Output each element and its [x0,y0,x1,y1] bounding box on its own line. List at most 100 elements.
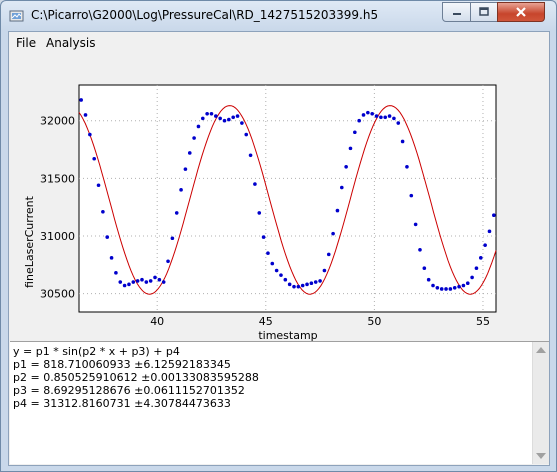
data-point [470,275,474,280]
data-point [274,268,279,273]
data-point [335,208,340,213]
y-axis-label: fineLaserCurrent [23,195,36,288]
data-point [222,118,227,123]
minimize-button[interactable] [442,2,471,22]
maximize-icon [479,7,489,16]
data-point [431,283,435,288]
fit-chart: 40 45 50 55 30500 31000 31500 32000 timestamp f… [23,84,497,341]
fit-results-text[interactable]: y = p1 * sin(p2 * x + p3) + p4 p1 = 818.7… [10,342,532,464]
maximize-button[interactable] [470,2,498,22]
data-point [452,286,457,290]
data-point [101,209,105,214]
data-point [322,268,327,273]
data-point [492,213,496,218]
data-point [366,110,370,115]
data-point [231,115,236,120]
fit-param-p2: p2 = 0.850525910612 ±0.00133083595288 [13,371,259,384]
data-point [244,132,249,137]
fit-param-p1: p1 = 818.710060933 ±6.12592183345 [13,358,231,371]
data-point [318,279,322,283]
minimize-icon [452,13,461,15]
x-tick-label: 40 [150,315,164,328]
data-point [374,114,379,118]
data-point [200,116,205,121]
data-point [292,284,296,289]
data-point [361,113,366,117]
menu-analysis[interactable]: Analysis [46,36,95,50]
window-title: C:\Picarro\G2000\Log\PressureCal\RD_1427… [31,8,379,22]
data-point [422,266,427,271]
data-point [396,121,401,125]
data-point [344,165,348,169]
close-icon [516,7,526,17]
data-point [174,211,179,215]
data-point [283,277,288,282]
data-point [88,132,92,137]
data-point [326,252,331,257]
plot-panel: 40 45 50 55 30500 31000 31500 32000 timestamp f… [10,56,549,342]
data-point [270,261,275,266]
data-point [83,113,88,117]
app-icon [9,10,24,22]
data-point [279,273,283,277]
data-point [144,280,149,284]
data-point [214,114,218,118]
data-point [379,115,383,120]
data-point [205,112,209,116]
data-point [413,222,418,227]
data-point [161,280,166,284]
data-point [483,243,487,247]
close-button[interactable] [497,2,545,22]
data-point [209,112,214,116]
data-point [109,256,114,260]
x-tick-label: 50 [367,315,381,328]
data-point [478,256,483,260]
data-point [405,165,409,169]
data-point [118,280,123,284]
y-tick-label: 31500 [40,172,75,185]
data-point [253,182,257,186]
y-tick-label: 30500 [40,288,75,301]
data-point [192,136,196,140]
data-point [409,193,414,198]
data-point [348,146,353,151]
data-point [170,236,175,241]
data-point [309,281,314,285]
data-point [157,277,162,282]
data-point [240,121,244,125]
data-point [444,287,448,291]
scroll-up-icon[interactable] [536,347,546,353]
x-tick-label: 55 [476,315,490,328]
results-scrollbar[interactable] [532,342,549,464]
data-point [196,124,201,129]
data-point [465,281,470,285]
data-point [305,282,309,287]
data-point [313,280,318,284]
data-point [426,277,431,282]
y-tick-label: 31000 [40,230,75,243]
menu-file[interactable]: File [16,36,36,50]
plot-area [78,84,497,313]
title-bar[interactable]: C:\Picarro\G2000\Log\PressureCal\RD_1427… [1,1,556,31]
x-axis-label: timestamp [258,329,317,341]
data-point [418,247,422,252]
data-point [183,167,188,171]
data-point [92,156,97,161]
data-point [179,188,183,192]
data-point [353,130,357,135]
data-point [392,116,396,121]
data-point [148,279,153,283]
data-point [218,116,222,121]
data-point [448,287,453,291]
data-point [257,211,262,215]
data-point [261,235,266,239]
data-point [300,283,305,288]
app-window: C:\Picarro\G2000\Log\PressureCal\RD_1427… [0,0,557,472]
fit-param-p3: p3 = 8.69295128676 ±0.0611152701352 [13,384,245,397]
data-point [140,277,144,282]
data-point [131,280,136,284]
y-tick-label: 32000 [40,115,75,128]
data-point [439,287,444,291]
scroll-down-icon[interactable] [536,453,546,459]
data-point [370,112,375,116]
